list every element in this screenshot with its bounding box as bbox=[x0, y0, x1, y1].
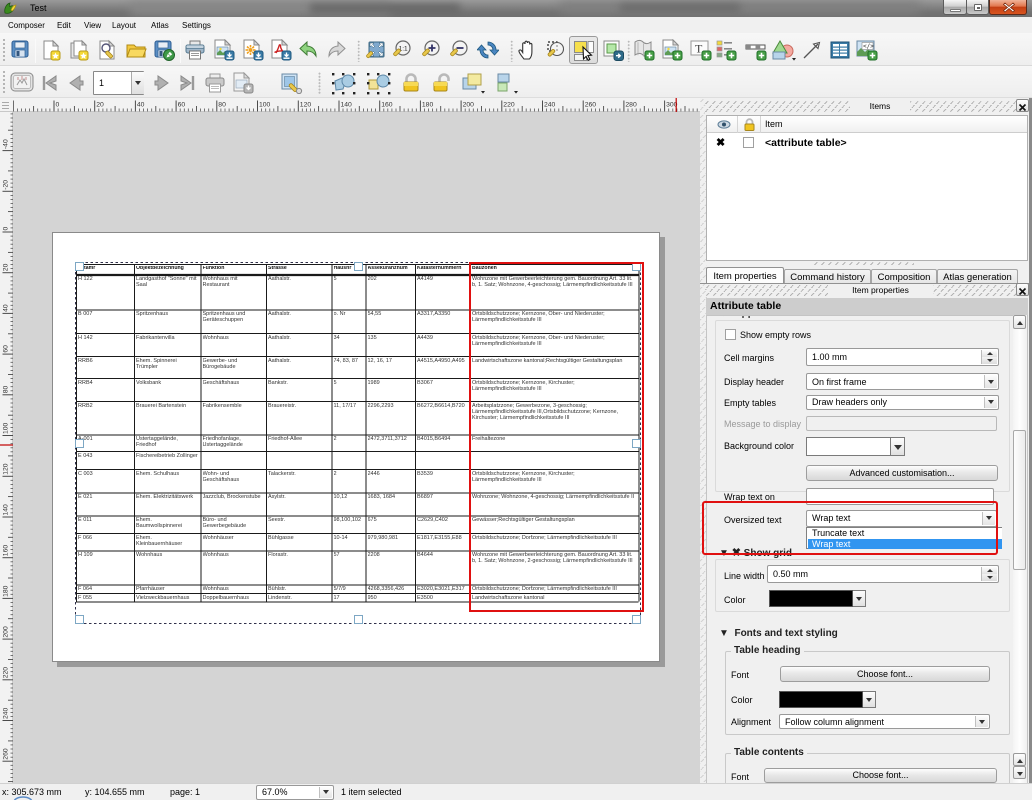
svg-text:</>: </> bbox=[863, 43, 874, 50]
svg-text:280: 280 bbox=[625, 102, 637, 109]
svg-text:-20: -20 bbox=[3, 180, 10, 190]
svg-text:200: 200 bbox=[463, 102, 475, 109]
svg-text:0: 0 bbox=[3, 227, 10, 231]
svg-text:260: 260 bbox=[3, 748, 10, 760]
svg-text:0: 0 bbox=[56, 102, 60, 109]
svg-text:220: 220 bbox=[3, 667, 10, 679]
svg-text:160: 160 bbox=[381, 102, 393, 109]
svg-text:240: 240 bbox=[3, 707, 10, 719]
svg-text:100: 100 bbox=[3, 422, 10, 434]
svg-text:220: 220 bbox=[503, 102, 515, 109]
svg-text:60: 60 bbox=[3, 345, 10, 353]
svg-text:100: 100 bbox=[259, 102, 271, 109]
svg-text:240: 240 bbox=[544, 102, 556, 109]
svg-text:60: 60 bbox=[178, 102, 186, 109]
svg-text:80: 80 bbox=[3, 386, 10, 394]
svg-text:-40: -40 bbox=[3, 139, 10, 149]
svg-text:180: 180 bbox=[422, 102, 434, 109]
svg-text:140: 140 bbox=[3, 504, 10, 516]
svg-text:40: 40 bbox=[3, 304, 10, 312]
svg-text:40: 40 bbox=[137, 102, 145, 109]
svg-text:140: 140 bbox=[341, 102, 353, 109]
svg-text:80: 80 bbox=[218, 102, 226, 109]
svg-text:120: 120 bbox=[300, 102, 312, 109]
svg-text:20: 20 bbox=[3, 263, 10, 271]
svg-text:260: 260 bbox=[585, 102, 597, 109]
svg-text:200: 200 bbox=[3, 626, 10, 638]
svg-text:160: 160 bbox=[3, 545, 10, 557]
svg-text:20: 20 bbox=[96, 102, 104, 109]
svg-text:180: 180 bbox=[3, 585, 10, 597]
svg-text:120: 120 bbox=[3, 463, 10, 475]
